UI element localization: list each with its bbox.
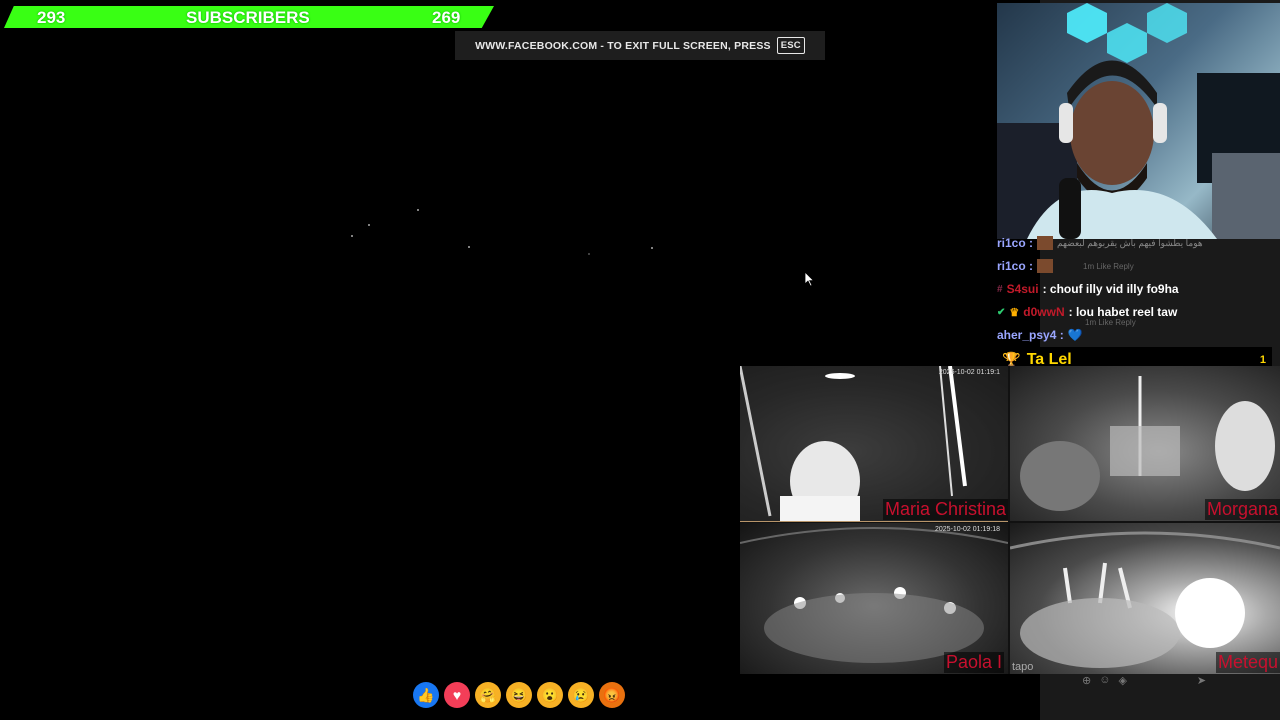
- chat-message: ✔ ♛ d0wwN : lou habet reel taw: [997, 305, 1177, 319]
- chat-username[interactable]: ri1co :: [997, 236, 1033, 250]
- reaction-love-icon[interactable]: ♥: [444, 682, 470, 708]
- chat-username[interactable]: S4sui: [1007, 282, 1039, 296]
- chat-text: : lou habet reel taw: [1068, 305, 1178, 319]
- subscriber-count-right: 269: [432, 8, 461, 27]
- light-dot: [368, 224, 370, 226]
- camera-label: Paola I: [943, 652, 1004, 673]
- crown-icon: ♛: [1009, 306, 1020, 319]
- reaction-sad-icon[interactable]: 😢: [568, 682, 594, 708]
- camera-label: Metequ: [1215, 652, 1280, 673]
- fullscreen-notice: WWW.FACEBOOK.COM - TO EXIT FULL SCREEN, …: [455, 31, 825, 60]
- reaction-wow-icon[interactable]: 😮: [537, 682, 563, 708]
- verified-check-icon: ✔: [997, 306, 1006, 318]
- camera-image: [740, 366, 1008, 521]
- heart-icon: 💙: [1067, 328, 1083, 342]
- camera-grid: 2025-10-02 01:19:1 Maria Christina Morga…: [740, 366, 1280, 674]
- reaction-angry-icon[interactable]: 😡: [599, 682, 625, 708]
- hashtag-icon: #: [997, 283, 1003, 295]
- camera-label: Maria Christina: [882, 499, 1008, 520]
- chat-text: : chouf illy vid illy fo9ha: [1042, 282, 1179, 296]
- camera-watermark: tapo: [1012, 661, 1034, 673]
- light-dot: [351, 235, 353, 237]
- subscriber-counter-bar: 293 SUBSCRIBERS 269: [4, 6, 494, 28]
- light-dot: [651, 247, 653, 249]
- esc-key-badge: ESC: [776, 37, 805, 54]
- chat-meta: 1m Like Reply: [1085, 318, 1136, 327]
- emoji-icon[interactable]: ☺: [1099, 674, 1110, 687]
- chat-message: ri1co : 1m Like Reply: [997, 259, 1134, 273]
- chat-overlay-text: 1m Like Reply: [1083, 261, 1134, 271]
- camera-image: [1020, 376, 1275, 511]
- reaction-like-icon[interactable]: 👍: [413, 682, 439, 708]
- chat-input-toolbar: ⊕ ☺ ◈ ➤: [1082, 674, 1206, 687]
- camera-feed: tapo Metequ: [1010, 523, 1280, 674]
- chat-message: ri1co : هوما يطشوا فيهم باش يقربوهم لبعض…: [997, 236, 1203, 250]
- reaction-bar: 👍 ♥ 🤗 😆 😮 😢 😡: [413, 682, 625, 708]
- gif-icon[interactable]: ⊕: [1082, 674, 1091, 687]
- streamer-webcam: [997, 3, 1280, 239]
- camera-feed: 2025-10-02 01:19:18 Paola I: [740, 523, 1008, 674]
- subscriber-label: SUBSCRIBERS: [186, 8, 310, 27]
- chat-overlay-text: هوما يطشوا فيهم باش يقربوهم لبعضهم: [1057, 237, 1203, 248]
- light-dot: [588, 253, 590, 255]
- chat-username[interactable]: d0wwN: [1023, 305, 1064, 319]
- chat-overlay-text: 1m Like Reply: [1085, 318, 1136, 327]
- top-supporter-rank: 1: [1259, 353, 1266, 366]
- chat-message: # S4sui : chouf illy vid illy fo9ha: [997, 282, 1179, 296]
- chat-username[interactable]: aher_psy4 :: [997, 328, 1064, 342]
- subscriber-count-left: 293: [37, 8, 66, 27]
- light-dot: [417, 209, 419, 211]
- reaction-care-icon[interactable]: 🤗: [475, 682, 501, 708]
- chat-username[interactable]: ri1co :: [997, 259, 1033, 273]
- fullscreen-message: WWW.FACEBOOK.COM - TO EXIT FULL SCREEN, …: [475, 39, 771, 52]
- mouse-cursor-icon: [805, 272, 815, 287]
- reaction-haha-icon[interactable]: 😆: [506, 682, 532, 708]
- light-dot: [468, 246, 470, 248]
- avatar: [1037, 236, 1054, 250]
- streamer-image: [997, 3, 1280, 239]
- camera-timestamp: 2025-10-02 01:19:1: [938, 369, 1000, 376]
- camera-feed: 2025-10-02 01:19:1 Maria Christina: [740, 366, 1008, 522]
- sticker-icon[interactable]: ◈: [1118, 674, 1126, 687]
- send-icon[interactable]: ➤: [1197, 674, 1206, 687]
- avatar: [1037, 259, 1054, 273]
- chat-message: aher_psy4 : 💙: [997, 328, 1083, 342]
- camera-timestamp: 2025-10-02 01:19:18: [935, 526, 1000, 533]
- camera-label: Morgana: [1204, 499, 1280, 520]
- camera-feed: Morgana: [1010, 366, 1280, 521]
